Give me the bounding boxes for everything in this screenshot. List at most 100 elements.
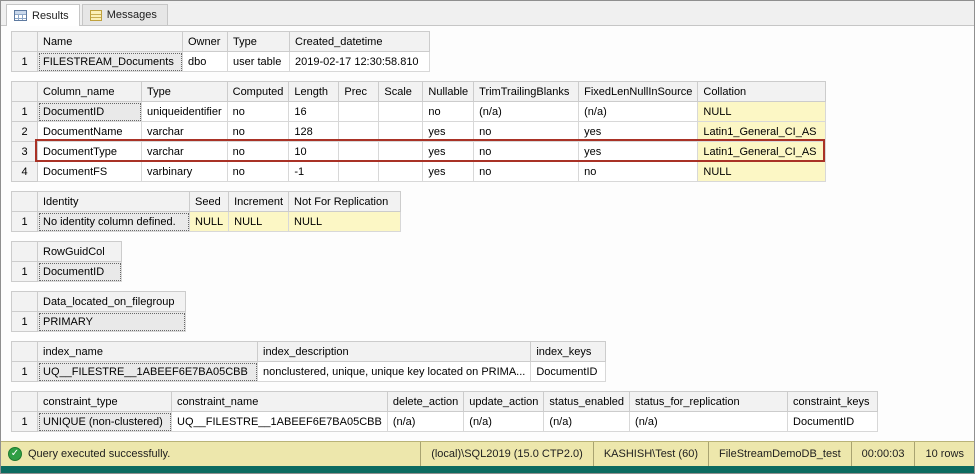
cell[interactable]: no (474, 162, 579, 182)
cell[interactable]: NULL (698, 102, 826, 122)
corner-cell[interactable] (12, 392, 38, 412)
row-number[interactable]: 1 (12, 102, 38, 122)
column-header[interactable]: delete_action (387, 392, 463, 412)
cell[interactable] (339, 122, 379, 142)
row-number[interactable]: 1 (12, 262, 38, 282)
cell[interactable]: dbo (183, 52, 228, 72)
column-header[interactable]: Seed (190, 192, 229, 212)
column-header[interactable]: Prec (339, 82, 379, 102)
cell[interactable]: UQ__FILESTRE__1ABEEF6E7BA05CBB (172, 412, 388, 432)
column-header[interactable]: Owner (183, 32, 228, 52)
cell[interactable]: varchar (142, 122, 228, 142)
cell[interactable]: varchar (142, 142, 228, 162)
column-header[interactable]: Nullable (423, 82, 474, 102)
column-header[interactable]: RowGuidCol (38, 242, 122, 262)
cell[interactable]: no (227, 102, 289, 122)
cell[interactable]: yes (423, 142, 474, 162)
column-header[interactable]: index_description (258, 342, 531, 362)
cell[interactable]: 16 (289, 102, 339, 122)
row-number[interactable]: 1 (12, 212, 38, 232)
cell[interactable]: DocumentID (38, 102, 142, 122)
column-header[interactable]: FixedLenNullInSource (579, 82, 698, 102)
cell[interactable] (339, 102, 379, 122)
cell[interactable]: (n/a) (464, 412, 544, 432)
tab-results[interactable]: Results (6, 4, 80, 26)
row-number[interactable]: 2 (12, 122, 38, 142)
cell[interactable]: DocumentID (788, 412, 878, 432)
column-header[interactable]: Scale (379, 82, 423, 102)
cell[interactable]: NULL (289, 212, 401, 232)
column-header[interactable]: Increment (229, 192, 289, 212)
cell[interactable]: DocumentID (38, 262, 122, 282)
corner-cell[interactable] (12, 192, 38, 212)
cell[interactable]: yes (423, 122, 474, 142)
cell[interactable]: DocumentType (38, 142, 142, 162)
cell[interactable]: no (579, 162, 698, 182)
column-header[interactable]: Data_located_on_filegroup (38, 292, 186, 312)
cell[interactable]: no (227, 122, 289, 142)
cell[interactable]: NULL (698, 162, 826, 182)
cell[interactable]: (n/a) (579, 102, 698, 122)
cell[interactable]: PRIMARY (38, 312, 186, 332)
corner-cell[interactable] (12, 292, 38, 312)
cell[interactable]: Latin1_General_CI_AS (698, 142, 826, 162)
cell[interactable]: yes (579, 142, 698, 162)
cell[interactable]: no (474, 122, 579, 142)
cell[interactable]: nonclustered, unique, unique key located… (258, 362, 531, 382)
corner-cell[interactable] (12, 342, 38, 362)
column-header[interactable]: index_name (38, 342, 258, 362)
cell[interactable]: no (474, 142, 579, 162)
cell[interactable]: no (227, 142, 289, 162)
cell[interactable]: NULL (229, 212, 289, 232)
column-header[interactable]: status_enabled (544, 392, 630, 412)
row-number[interactable]: 1 (12, 52, 38, 72)
cell[interactable]: uniqueidentifier (142, 102, 228, 122)
column-header[interactable]: Column_name (38, 82, 142, 102)
column-header[interactable]: Name (38, 32, 183, 52)
column-header[interactable]: constraint_keys (788, 392, 878, 412)
corner-cell[interactable] (12, 82, 38, 102)
cell[interactable]: NULL (190, 212, 229, 232)
column-header[interactable]: constraint_type (38, 392, 172, 412)
cell[interactable]: No identity column defined. (38, 212, 190, 232)
row-number[interactable]: 3 (12, 142, 38, 162)
cell[interactable]: (n/a) (387, 412, 463, 432)
cell[interactable]: 10 (289, 142, 339, 162)
cell[interactable]: Latin1_General_CI_AS (698, 122, 826, 142)
corner-cell[interactable] (12, 32, 38, 52)
cell[interactable]: UNIQUE (non-clustered) (38, 412, 172, 432)
cell[interactable] (379, 122, 423, 142)
cell[interactable]: (n/a) (544, 412, 630, 432)
column-header[interactable]: Not For Replication (289, 192, 401, 212)
cell[interactable]: user table (228, 52, 290, 72)
cell[interactable]: no (227, 162, 289, 182)
cell[interactable]: DocumentFS (38, 162, 142, 182)
cell[interactable]: (n/a) (630, 412, 788, 432)
column-header[interactable]: Type (142, 82, 228, 102)
cell[interactable] (339, 162, 379, 182)
cell[interactable]: DocumentName (38, 122, 142, 142)
column-header[interactable]: index_keys (531, 342, 606, 362)
cell[interactable]: varbinary (142, 162, 228, 182)
cell[interactable]: yes (579, 122, 698, 142)
cell[interactable]: no (423, 102, 474, 122)
cell[interactable]: -1 (289, 162, 339, 182)
column-header[interactable]: Type (228, 32, 290, 52)
tab-messages[interactable]: Messages (82, 4, 168, 25)
cell[interactable]: (n/a) (474, 102, 579, 122)
column-header[interactable]: status_for_replication (630, 392, 788, 412)
column-header[interactable]: update_action (464, 392, 544, 412)
cell[interactable]: 128 (289, 122, 339, 142)
row-number[interactable]: 1 (12, 312, 38, 332)
column-header[interactable]: constraint_name (172, 392, 388, 412)
row-number[interactable]: 1 (12, 362, 38, 382)
row-number[interactable]: 4 (12, 162, 38, 182)
cell[interactable]: DocumentID (531, 362, 606, 382)
column-header[interactable]: TrimTrailingBlanks (474, 82, 579, 102)
cell[interactable] (379, 142, 423, 162)
column-header[interactable]: Collation (698, 82, 826, 102)
cell[interactable] (379, 162, 423, 182)
cell[interactable]: yes (423, 162, 474, 182)
column-header[interactable]: Computed (227, 82, 289, 102)
column-header[interactable]: Created_datetime (290, 32, 430, 52)
